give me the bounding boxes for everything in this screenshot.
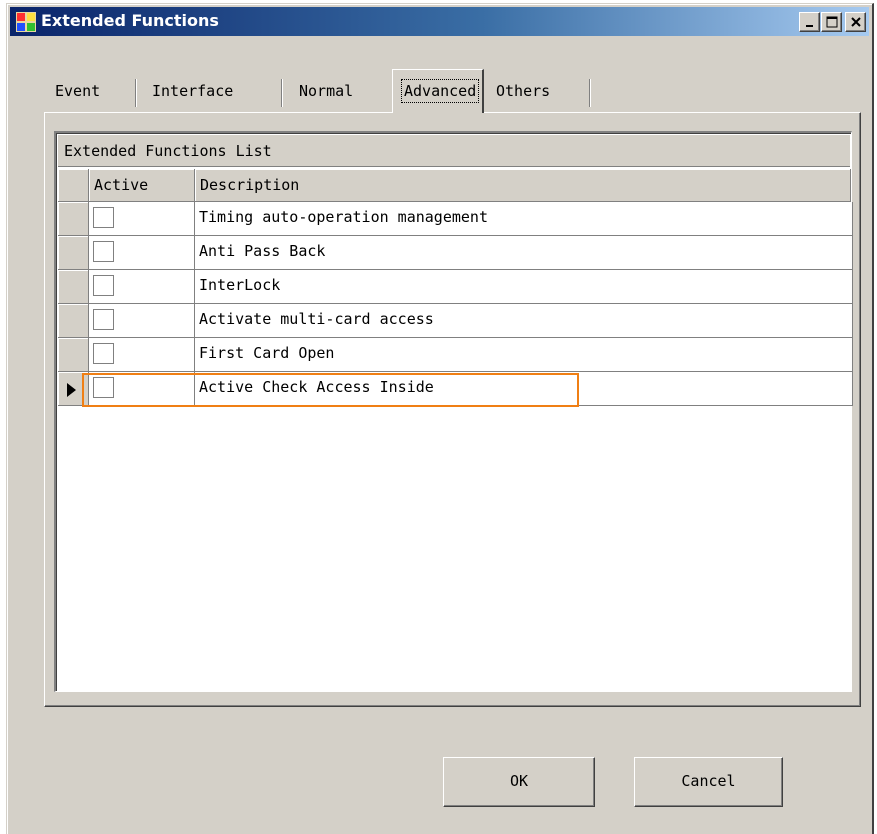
description-cell[interactable]: Activate multi-card access [195,304,853,338]
minimize-button[interactable] [799,12,820,32]
tab-others[interactable]: Others [496,74,550,108]
tab-event[interactable]: Event [55,74,100,108]
window-title: Extended Functions [41,11,219,30]
tab-interface[interactable]: Interface [152,74,233,108]
minimize-icon [806,25,813,27]
active-cell[interactable] [89,202,195,236]
active-cell[interactable] [89,304,195,338]
row-header[interactable] [58,202,89,236]
active-cell[interactable] [89,270,195,304]
description-cell[interactable]: Anti Pass Back [195,236,853,270]
active-checkbox[interactable] [93,377,114,398]
ok-button[interactable]: OK [443,757,595,807]
title-bar[interactable]: Extended Functions [10,7,869,36]
extended-functions-window: Extended Functions Event Interface Norma… [6,3,874,834]
row-header[interactable] [58,304,89,338]
current-row-pointer-icon [67,383,76,397]
active-checkbox[interactable] [93,241,114,262]
close-button[interactable] [845,12,866,32]
row-header[interactable] [58,338,89,372]
active-checkbox[interactable] [93,275,114,296]
active-cell[interactable] [89,372,195,406]
app-window-icon [16,12,36,32]
description-cell[interactable]: InterLock [195,270,853,304]
cancel-button[interactable]: Cancel [634,757,783,807]
active-cell[interactable] [89,236,195,270]
tab-advanced-label: Advanced [400,79,480,103]
tab-divider [281,79,282,107]
description-cell[interactable]: Active Check Access Inside [195,372,853,406]
table-row[interactable]: Activate multi-card access [58,304,853,338]
tab-divider [589,79,590,107]
active-checkbox[interactable] [93,207,114,228]
row-header[interactable] [58,372,89,406]
column-header-description[interactable]: Description [195,169,851,202]
close-icon [851,17,861,27]
active-checkbox[interactable] [93,343,114,364]
table-row[interactable]: InterLock [58,270,853,304]
active-cell[interactable] [89,338,195,372]
table-row[interactable]: First Card Open [58,338,853,372]
row-header[interactable] [58,270,89,304]
table-row[interactable]: Anti Pass Back [58,236,853,270]
table-row-current[interactable]: Active Check Access Inside [58,372,853,406]
row-header[interactable] [58,236,89,270]
table-row[interactable]: Timing auto-operation management [58,202,853,236]
tab-advanced[interactable]: Advanced [392,69,484,113]
tab-normal[interactable]: Normal [299,74,353,108]
grid-corner-header [58,169,89,202]
tab-divider [135,79,136,107]
active-checkbox[interactable] [93,309,114,330]
description-cell[interactable]: Timing auto-operation management [195,202,853,236]
grid-caption: Extended Functions List [58,135,850,167]
extended-functions-grid[interactable]: Extended Functions List Active Descripti… [54,131,853,692]
maximize-button[interactable] [821,12,842,32]
column-header-active[interactable]: Active [89,169,195,202]
description-cell[interactable]: First Card Open [195,338,853,372]
maximize-icon [826,16,838,28]
